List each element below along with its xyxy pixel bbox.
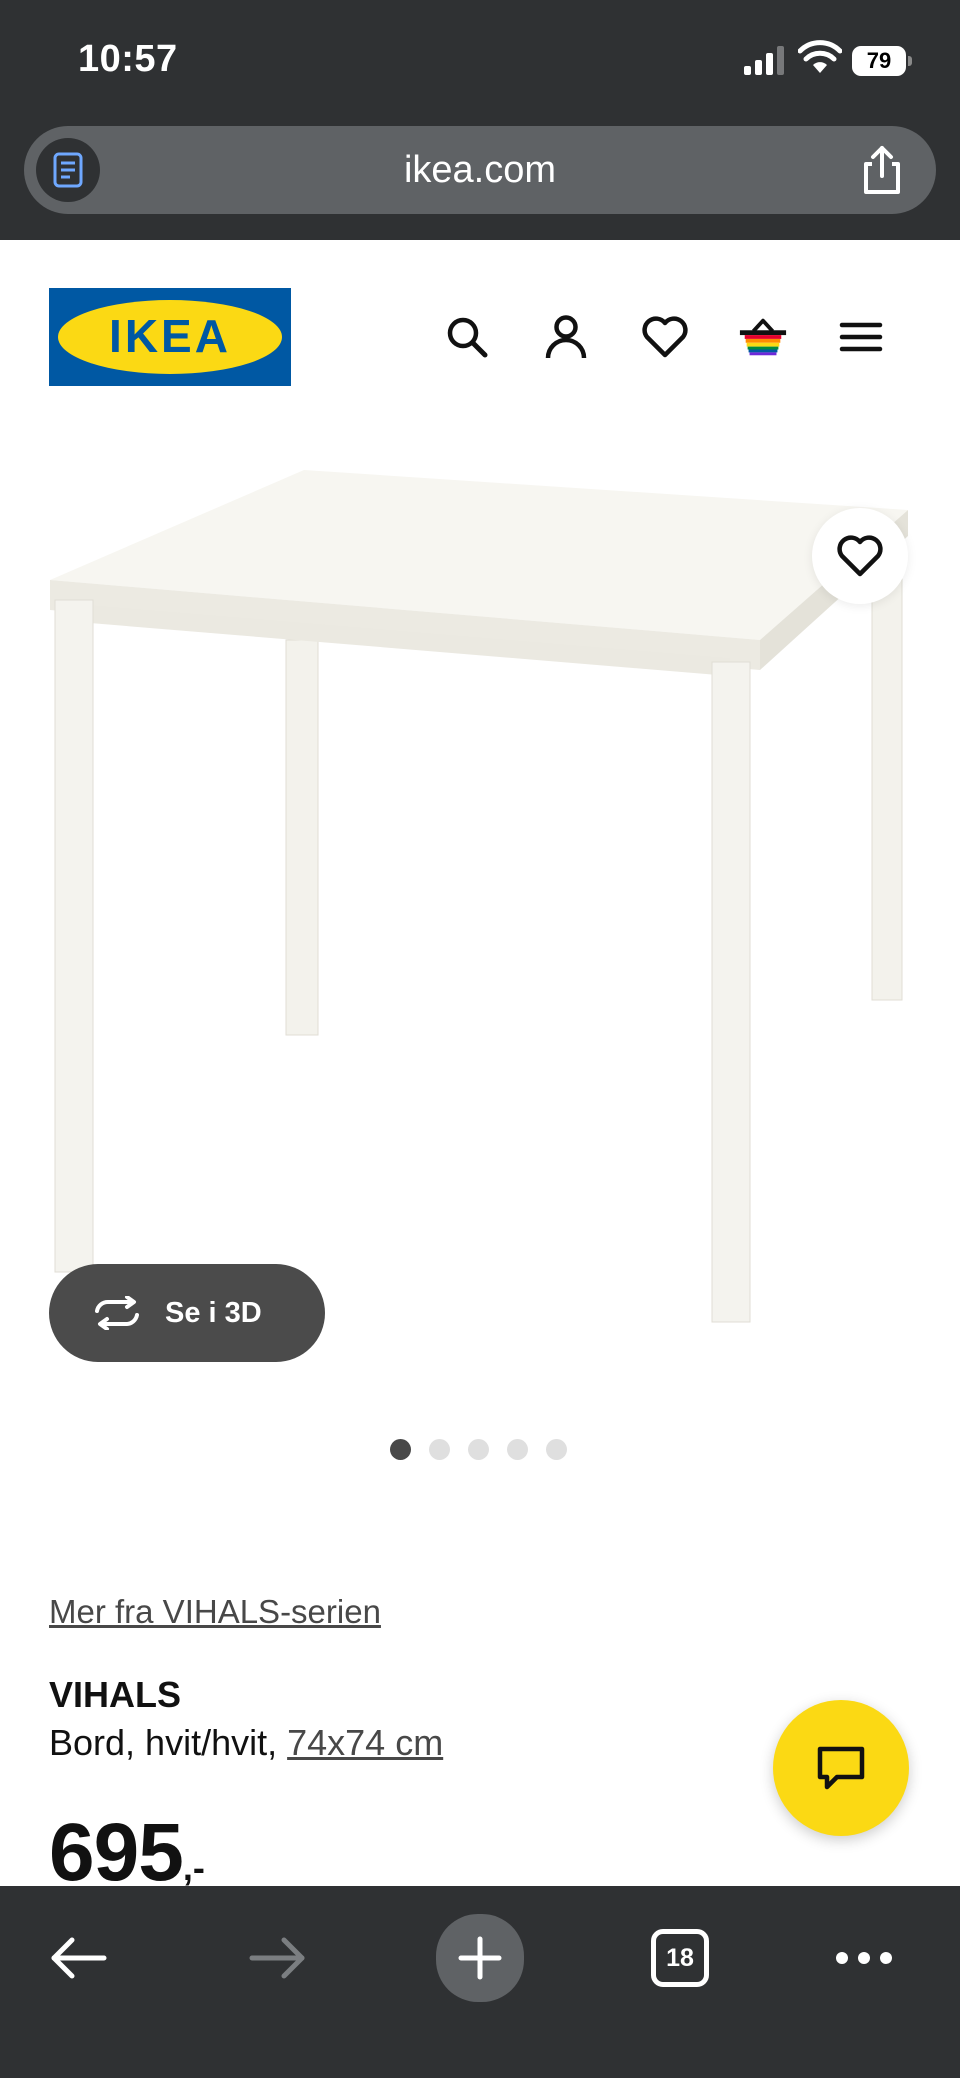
tabs-button[interactable]: 18 [638, 1916, 722, 2000]
new-tab-button[interactable] [436, 1914, 524, 2002]
more-options-button[interactable] [822, 1916, 906, 2000]
carousel-dot[interactable] [429, 1439, 450, 1460]
battery-level: 79 [852, 46, 906, 76]
ikea-logo[interactable]: IKEA [49, 288, 291, 386]
product-size-link[interactable]: 74x74 cm [287, 1722, 443, 1763]
url-text[interactable]: ikea.com [24, 126, 936, 214]
search-icon[interactable] [442, 312, 492, 362]
chat-button[interactable] [773, 1700, 909, 1836]
plus-icon [458, 1936, 502, 1980]
wifi-icon [798, 40, 842, 73]
address-bar[interactable]: ikea.com [24, 126, 936, 214]
menu-icon[interactable] [836, 312, 886, 362]
price-suffix: ,- [182, 1847, 205, 1888]
ikea-logo-text: IKEA [109, 310, 231, 362]
chat-icon [817, 1746, 865, 1790]
carousel-dot[interactable] [546, 1439, 567, 1460]
tab-count: 18 [651, 1929, 709, 1987]
cellular-signal-icon [744, 46, 784, 75]
product-description: Bord, hvit/hvit, 74x74 cm [49, 1722, 443, 1764]
carousel-dot[interactable] [507, 1439, 528, 1460]
wishlist-heart-icon[interactable] [640, 312, 690, 362]
heart-icon [837, 535, 883, 577]
rotate-3d-icon [95, 1296, 139, 1330]
image-carousel-dots[interactable] [390, 1439, 567, 1461]
view-in-3d-button[interactable]: Se i 3D [49, 1264, 325, 1362]
battery-tip [908, 56, 912, 66]
more-dots-icon [836, 1952, 892, 1964]
shopping-bag-icon[interactable] [738, 312, 788, 362]
back-arrow-icon [51, 1937, 107, 1979]
ikea-logo-graphic: IKEA [49, 288, 291, 386]
carousel-dot[interactable] [390, 1439, 411, 1460]
account-icon[interactable] [541, 312, 591, 362]
battery-icon: 79 [852, 46, 912, 76]
product-name: VIHALS [49, 1674, 182, 1715]
price-amount: 695 [49, 1807, 184, 1898]
carousel-dot[interactable] [468, 1439, 489, 1460]
add-to-favorites-button[interactable] [812, 508, 908, 604]
forward-arrow-icon [249, 1937, 305, 1979]
view-in-3d-label: Se i 3D [165, 1296, 262, 1329]
back-button[interactable] [36, 1916, 120, 2000]
browser-bottom-toolbar: 18 [0, 1886, 960, 2078]
forward-button[interactable] [236, 1916, 320, 2000]
status-time: 10:57 [78, 38, 178, 80]
page-root: 10:57 79 ikea.com IKEA Se i 3D Mer fra V… [0, 0, 960, 2078]
share-icon[interactable] [856, 144, 908, 196]
browser-top-chrome: 10:57 79 ikea.com [0, 0, 960, 240]
series-link[interactable]: Mer fra VIHALS-serien [49, 1593, 381, 1631]
product-description-text: Bord, hvit/hvit, [49, 1722, 288, 1763]
